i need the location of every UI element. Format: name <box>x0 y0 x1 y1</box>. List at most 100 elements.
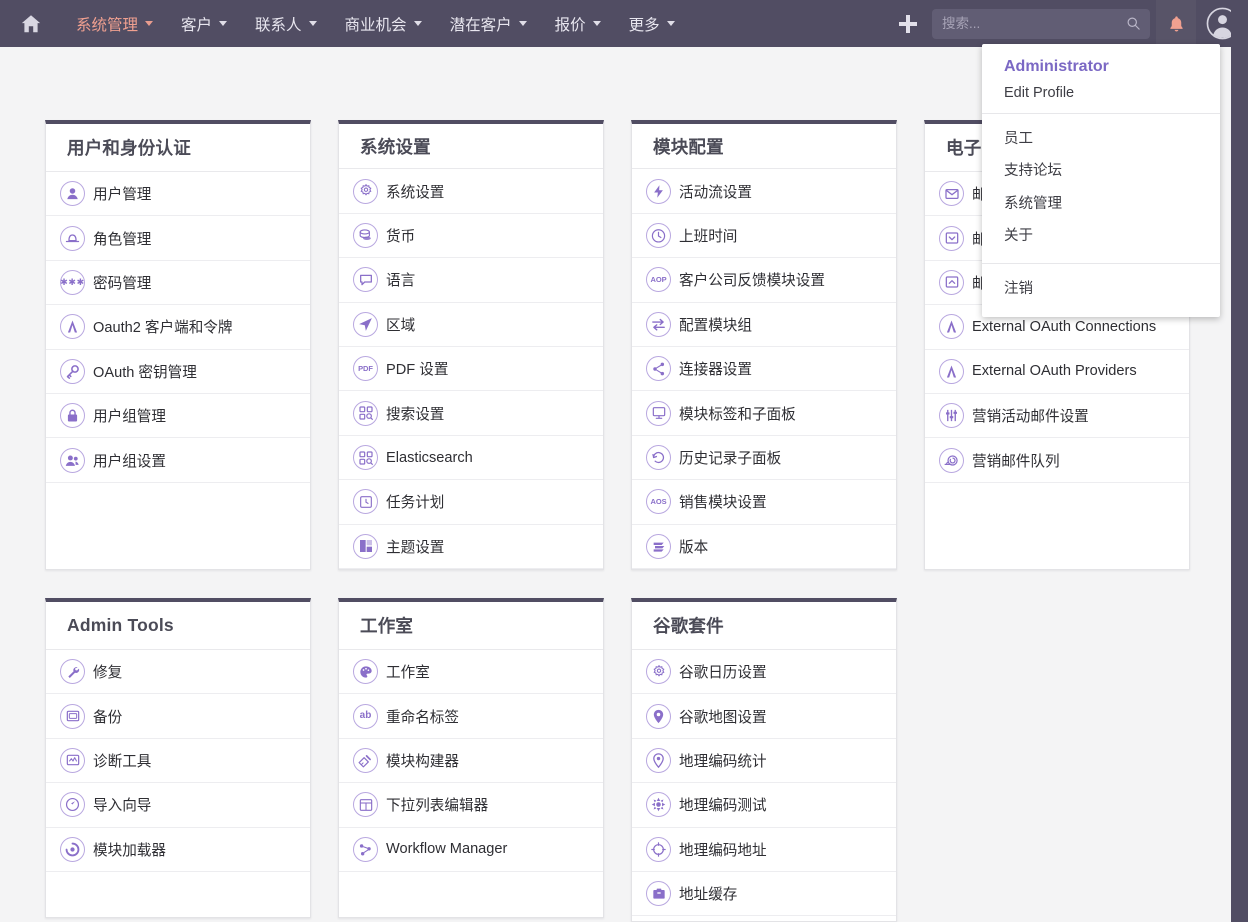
top-navbar: 系统管理 客户 联系人 商业机会 潜在客户 报价 更多 <box>0 0 1248 47</box>
list-item[interactable]: 用户管理 <box>46 172 310 217</box>
list-item-label: 用户组管理 <box>93 409 166 426</box>
list-item[interactable]: 模块构建器 <box>339 739 603 784</box>
list-item[interactable]: 谷歌地图设置 <box>632 694 896 739</box>
list-item[interactable]: 系统设置 <box>339 169 603 214</box>
nav-item-2[interactable]: 联系人 <box>241 0 331 47</box>
notifications-button[interactable] <box>1156 0 1196 47</box>
list-item-label: 诊断工具 <box>93 753 152 770</box>
nav-item-5[interactable]: 报价 <box>541 0 615 47</box>
list-item[interactable]: AOS 销售模块设置 <box>632 480 896 525</box>
list-item[interactable]: 地址缓存 <box>632 872 896 917</box>
list-item[interactable]: 营销活动邮件设置 <box>925 394 1189 439</box>
card-google-suite: 谷歌套件 谷歌日历设置 谷歌地图设置 地理编码统计 地理编码测试 地理编码地址 … <box>631 598 897 922</box>
list-item[interactable]: 活动流设置 <box>632 169 896 214</box>
nav-item-3[interactable]: 商业机会 <box>331 0 436 47</box>
list-item[interactable]: 模块标签和子面板 <box>632 391 896 436</box>
list-item[interactable]: Elasticsearch <box>339 436 603 481</box>
search-input[interactable] <box>942 16 1127 31</box>
quick-create-button[interactable] <box>884 0 932 47</box>
card-title: 用户和身份认证 <box>67 138 191 158</box>
menu-item-support-forum[interactable]: 支持论坛 <box>982 155 1220 187</box>
list-item[interactable]: 诊断工具 <box>46 739 310 784</box>
list-item[interactable]: 备份 <box>46 694 310 739</box>
list-item[interactable]: 版本 <box>632 525 896 569</box>
hat-icon <box>60 225 85 251</box>
card-module-config: 模块配置 活动流设置 上班时间 AOP 客户公司反馈模块设置 配置模块组 连接器… <box>631 120 897 570</box>
menu-item-logout[interactable]: 注销 <box>982 273 1220 305</box>
chevron-down-icon <box>518 21 527 26</box>
list-item-label: 谷歌日历设置 <box>679 665 767 682</box>
list-item-label: 版本 <box>679 539 709 556</box>
list-item[interactable]: ab 重命名标签 <box>339 694 603 739</box>
theme-squares-icon <box>353 533 378 559</box>
global-search[interactable] <box>932 8 1150 39</box>
list-item[interactable]: AOP 客户公司反馈模块设置 <box>632 258 896 303</box>
list-item-label: 导入向导 <box>93 798 152 815</box>
home-button[interactable] <box>0 0 62 47</box>
card-title: 系统设置 <box>360 136 431 157</box>
card-studio: 工作室 工作室 ab 重命名标签 模块构建器 下拉列表编辑器 Workflow … <box>338 598 604 918</box>
list-item-label: 下拉列表编辑器 <box>386 798 489 815</box>
list-item[interactable]: 任务计划 <box>339 480 603 525</box>
menu-item-admin[interactable]: 系统管理 <box>982 188 1220 220</box>
list-item[interactable]: 搜索设置 <box>339 391 603 436</box>
card-body: 活动流设置 上班时间 AOP 客户公司反馈模块设置 配置模块组 连接器设置 模块… <box>632 169 896 569</box>
list-item[interactable]: 谷歌日历设置 <box>632 650 896 695</box>
loader-icon <box>60 836 85 862</box>
list-item[interactable]: ✱✱✱ 密码管理 <box>46 261 310 306</box>
plus-icon <box>899 14 917 33</box>
list-item[interactable]: OAuth 密钥管理 <box>46 350 310 394</box>
list-item[interactable]: 地理编码测试 <box>632 783 896 828</box>
ab-icon: ab <box>353 703 378 729</box>
table-icon <box>353 792 378 818</box>
search-icon[interactable] <box>1126 16 1141 31</box>
list-item-label: 系统设置 <box>386 184 445 201</box>
list-item[interactable]: 模块加载器 <box>46 828 310 872</box>
list-item[interactable]: 配置模块组 <box>632 303 896 348</box>
list-item[interactable]: 连接器设置 <box>632 347 896 392</box>
nav-item-4[interactable]: 潜在客户 <box>436 0 541 47</box>
navbar-right-actions <box>884 0 1248 47</box>
list-item-label: 模块标签和子面板 <box>679 406 796 423</box>
menu-item-edit-profile[interactable]: Edit Profile <box>1004 85 1198 101</box>
bolt-icon <box>646 178 671 204</box>
nav-item-0[interactable]: 系统管理 <box>62 0 167 47</box>
list-item[interactable]: 地理编码统计 <box>632 739 896 784</box>
list-item[interactable]: 下拉列表编辑器 <box>339 783 603 828</box>
nav-item-1[interactable]: 客户 <box>167 0 241 47</box>
list-item-label: 用户管理 <box>93 187 152 204</box>
sliders-icon <box>939 403 964 429</box>
list-item[interactable]: 工作室 <box>339 650 603 695</box>
snail-icon <box>939 447 964 473</box>
nav-item-label: 商业机会 <box>344 16 407 34</box>
list-item[interactable]: 地理编码地址 <box>632 828 896 872</box>
aop-icon: AOP <box>646 267 671 293</box>
list-item-label: 营销活动邮件设置 <box>972 409 1089 426</box>
list-item[interactable]: 导入向导 <box>46 783 310 828</box>
nav-item-label: 更多 <box>628 16 660 34</box>
menu-item-employees[interactable]: 员工 <box>982 123 1220 155</box>
list-item[interactable]: 上班时间 <box>632 214 896 259</box>
list-item[interactable]: 货币 <box>339 214 603 259</box>
card-system-settings: 系统设置 系统设置 货币 语言 区域 PDF PDF 设置 搜索设置 Elast… <box>338 120 604 570</box>
menu-item-about[interactable]: 关于 <box>982 220 1220 252</box>
list-item[interactable]: Oauth2 客户端和令牌 <box>46 305 310 350</box>
card-header: 模块配置 <box>632 124 896 170</box>
list-item[interactable]: 区域 <box>339 303 603 348</box>
list-item[interactable]: 营销邮件队列 <box>925 438 1189 483</box>
nav-item-6[interactable]: 更多 <box>615 0 689 47</box>
list-item[interactable]: 修复 <box>46 650 310 695</box>
list-item[interactable]: PDF PDF 设置 <box>339 347 603 392</box>
list-item[interactable]: External OAuth Providers <box>925 350 1189 394</box>
list-item-label: Elasticsearch <box>386 449 473 466</box>
list-item[interactable]: 用户组设置 <box>46 438 310 483</box>
nav-item-label: 系统管理 <box>76 16 139 34</box>
list-item[interactable]: 用户组管理 <box>46 394 310 439</box>
chevron-down-icon <box>308 21 317 26</box>
list-item[interactable]: 语言 <box>339 258 603 303</box>
list-item[interactable]: 角色管理 <box>46 216 310 261</box>
list-item[interactable]: 历史记录子面板 <box>632 436 896 481</box>
card-title: Admin Tools <box>67 615 174 635</box>
list-item[interactable]: Workflow Manager <box>339 828 603 872</box>
list-item[interactable]: 主题设置 <box>339 525 603 569</box>
